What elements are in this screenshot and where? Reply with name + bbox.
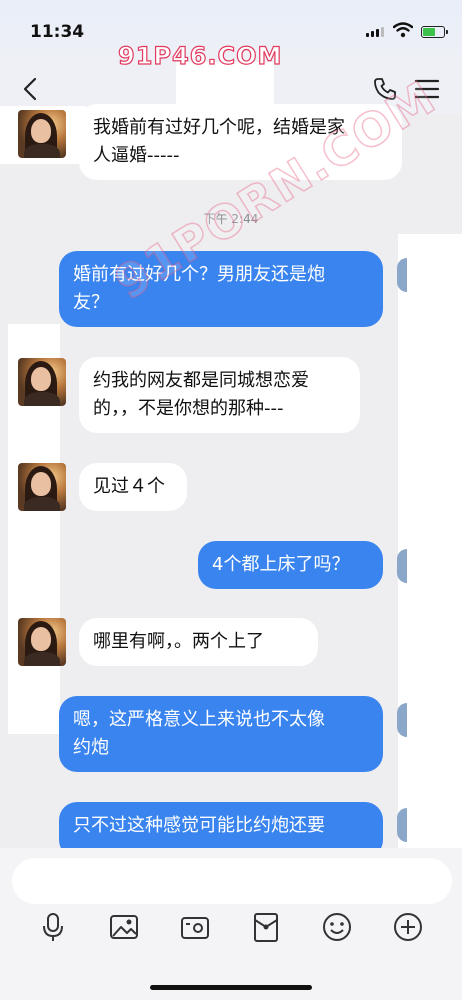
self-avatar[interactable] (397, 258, 407, 292)
outgoing-message[interactable]: 嗯，这严格意义上来说也不太像 约炮 (59, 696, 383, 772)
back-icon[interactable] (16, 74, 46, 104)
phone-icon[interactable] (372, 76, 398, 102)
message-input[interactable] (12, 858, 452, 904)
cellular-signal-icon (366, 27, 384, 37)
self-avatar[interactable] (397, 549, 407, 583)
incoming-message[interactable]: 见过４个 (79, 463, 187, 511)
battery-icon (421, 26, 448, 38)
contact-avatar[interactable] (18, 110, 66, 158)
emoji-icon[interactable] (320, 910, 354, 944)
microphone-icon[interactable] (36, 910, 70, 944)
plus-icon[interactable] (391, 910, 425, 944)
status-time: 11:34 (30, 22, 85, 42)
home-indicator[interactable] (150, 985, 312, 990)
redaction-mask (398, 234, 462, 848)
contact-avatar[interactable] (18, 618, 66, 666)
self-avatar[interactable] (397, 703, 407, 737)
menu-icon[interactable] (414, 77, 440, 101)
incoming-message[interactable]: 我婚前有过好几个呢，结婚是家 人逼婚----- (79, 104, 402, 180)
incoming-message[interactable]: 哪里有啊，。两个上了 (79, 618, 318, 666)
incoming-message[interactable]: 约我的网友都是同城想恋爱 的，，不是你想的那种--- (79, 357, 360, 433)
watermark-top: 91P46.COM (117, 41, 283, 70)
outgoing-message[interactable]: 婚前有过好几个？男朋友还是炮 友？ (59, 251, 383, 327)
self-avatar[interactable] (397, 808, 407, 842)
contact-avatar[interactable] (18, 358, 66, 406)
contact-avatar[interactable] (18, 463, 66, 511)
camera-icon[interactable] (178, 910, 212, 944)
composer-toolbar (0, 910, 462, 950)
wifi-icon (393, 22, 413, 38)
message-timestamp: 下午 2:44 (203, 212, 259, 226)
outgoing-message[interactable]: 4个都上床了吗？ (198, 541, 383, 589)
image-icon[interactable] (107, 910, 141, 944)
red-packet-icon[interactable] (249, 910, 283, 944)
